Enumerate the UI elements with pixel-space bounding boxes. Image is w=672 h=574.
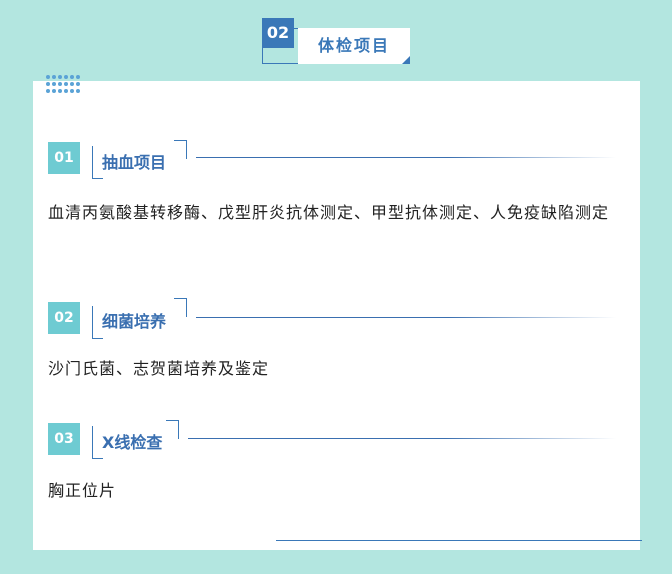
section-divider xyxy=(196,317,616,318)
section-divider xyxy=(196,157,616,158)
title-bracket-right xyxy=(174,298,187,317)
section-title: 抽血项目 xyxy=(102,153,167,172)
dot-grid-decoration xyxy=(46,75,80,95)
bottom-divider xyxy=(276,540,642,541)
section-title: 细菌培养 xyxy=(102,312,167,331)
title-bracket-right xyxy=(174,140,187,159)
section-number-badge: 01 xyxy=(48,142,80,174)
section-divider xyxy=(188,438,616,439)
header-title: 体检项目 xyxy=(298,28,410,64)
section-header: 体检项目 02 xyxy=(262,18,412,66)
section-text: 沙门氏菌、志贺菌培养及鉴定 xyxy=(48,359,270,378)
title-bracket-right xyxy=(166,420,179,439)
section-title: X线检查 xyxy=(102,433,163,452)
section-text: 血清丙氨酸基转移酶、戊型肝炎抗体测定、甲型抗体测定、人免疫缺陷测定 xyxy=(48,203,610,222)
section-number-badge: 03 xyxy=(48,423,80,455)
section-text: 胸正位片 xyxy=(48,481,117,500)
header-corner-decoration xyxy=(402,56,410,64)
header-number: 02 xyxy=(262,18,294,48)
section-number-badge: 02 xyxy=(48,302,80,334)
